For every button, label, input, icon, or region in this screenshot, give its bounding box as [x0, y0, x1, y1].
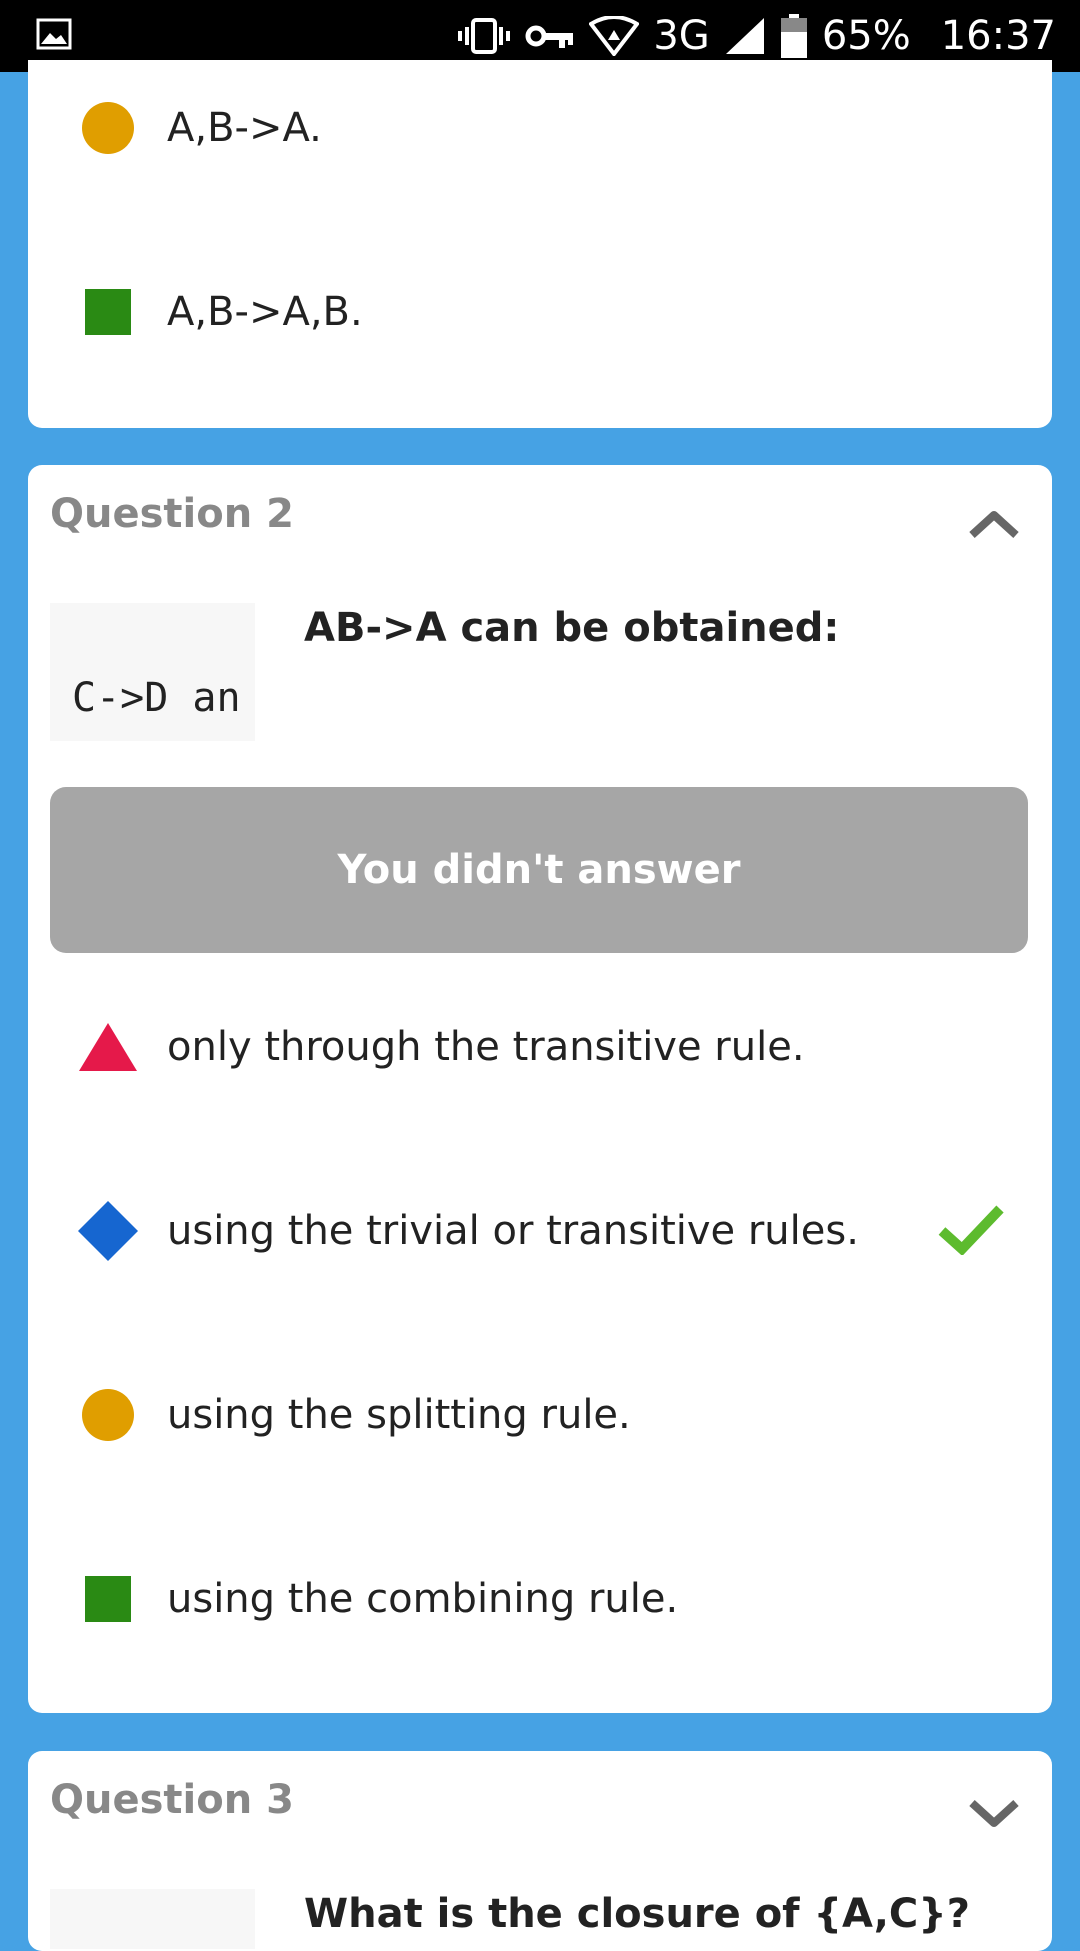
- answer-option[interactable]: A,B->A.: [28, 73, 1052, 183]
- question-2-card: Question 2 C->D an AB->A can be obtained…: [28, 465, 1052, 1713]
- image-notification-icon: [36, 18, 72, 54]
- chevron-down-icon[interactable]: [966, 1793, 1022, 1833]
- wifi-icon: [589, 16, 640, 56]
- question-header: Question 2: [50, 491, 294, 537]
- square-icon: [78, 1569, 138, 1629]
- option-text: using the splitting rule.: [167, 1392, 631, 1438]
- option-text: only through the transitive rule.: [167, 1024, 805, 1070]
- answer-option[interactable]: using the splitting rule.: [28, 1360, 1052, 1470]
- answer-option[interactable]: only through the transitive rule.: [28, 992, 1052, 1102]
- battery-icon: [780, 14, 808, 58]
- question-1-card: A,B->A. A,B->A,B.: [28, 60, 1052, 428]
- circle-icon: [78, 1385, 138, 1445]
- clock: 16:37: [940, 13, 1056, 59]
- diamond-icon: [78, 1201, 138, 1261]
- signal-icon: [724, 16, 766, 56]
- question-3-card: Question 3 What is the closure of {A,C}?: [28, 1751, 1052, 1951]
- option-text: A,B->A,B.: [167, 289, 363, 335]
- square-icon: [78, 282, 138, 342]
- answer-option[interactable]: A,B->A,B.: [28, 257, 1052, 367]
- vibrate-icon: [457, 16, 511, 56]
- option-text: A,B->A.: [167, 105, 322, 151]
- answer-option[interactable]: using the trivial or transitive rules.: [28, 1176, 1052, 1286]
- chevron-up-icon[interactable]: [966, 505, 1022, 545]
- vpn-key-icon: [525, 16, 575, 56]
- question-title: AB->A can be obtained:: [304, 605, 840, 651]
- code-snippet: [50, 1889, 255, 1949]
- network-type: 3G: [653, 13, 710, 59]
- option-text: using the combining rule.: [167, 1576, 679, 1622]
- circle-icon: [78, 98, 138, 158]
- answer-status-banner: You didn't answer: [50, 787, 1028, 953]
- answer-option[interactable]: using the combining rule.: [28, 1544, 1052, 1654]
- code-text: C->D an: [72, 675, 241, 721]
- battery-percent: 65%: [821, 13, 911, 59]
- question-title: What is the closure of {A,C}?: [304, 1891, 970, 1937]
- triangle-icon: [78, 1017, 138, 1077]
- question-header: Question 3: [50, 1777, 294, 1823]
- checkmark-icon: [938, 1203, 1004, 1259]
- code-snippet: C->D an: [50, 603, 255, 741]
- option-text: using the trivial or transitive rules.: [167, 1208, 859, 1254]
